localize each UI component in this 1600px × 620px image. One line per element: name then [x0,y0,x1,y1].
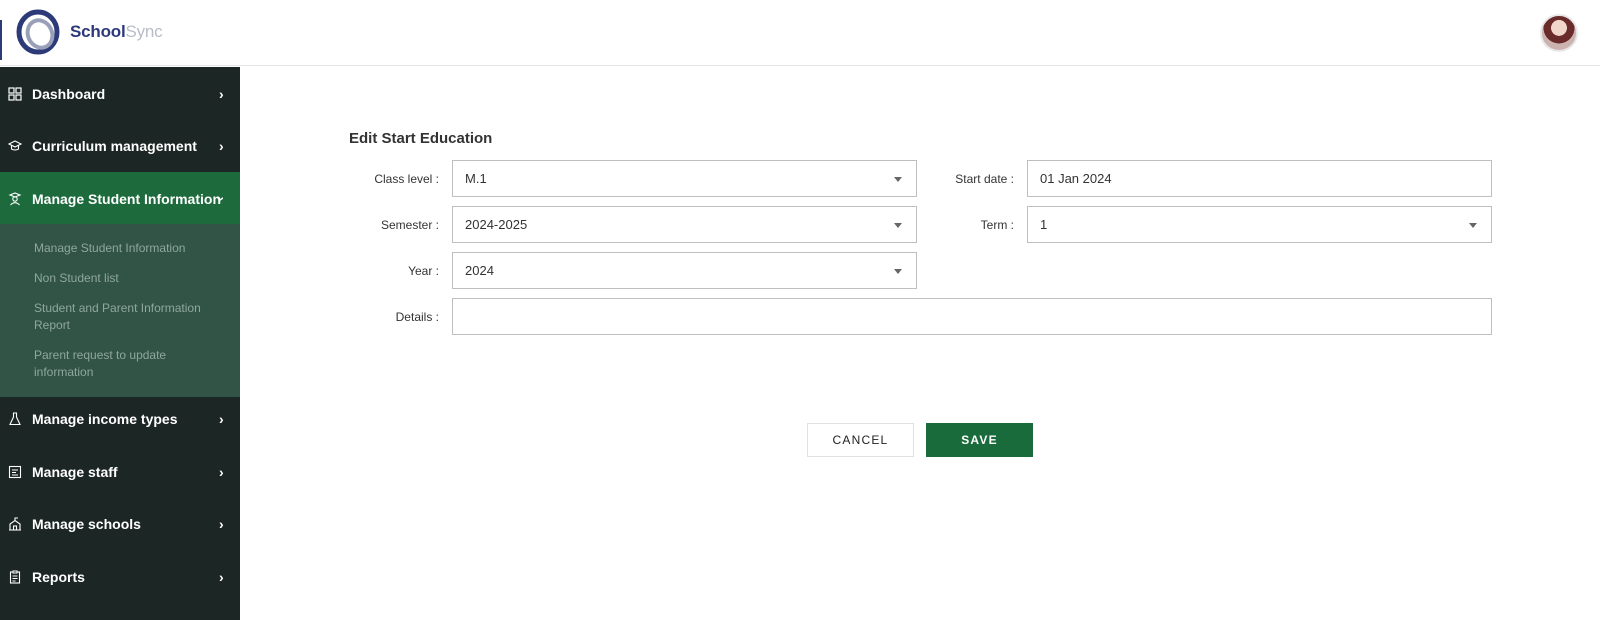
user-avatar[interactable] [1540,14,1578,52]
submenu-item-manage-student-information[interactable]: Manage Student Information [34,240,224,257]
topbar-edge [0,20,2,60]
page-title: Edit Start Education [349,130,493,147]
grid-icon [8,86,22,101]
brand-name-part1: School [70,22,126,41]
details-label: Details : [395,310,439,324]
submenu-item-student-parent-report[interactable]: Student and Parent Information Report [34,300,224,334]
flask-icon [8,411,22,426]
chevron-right-icon: › [219,137,224,154]
start-date-label: Start date : [955,172,1014,186]
sidebar-item-manage-schools[interactable]: Manage schools › [0,497,240,550]
save-button[interactable]: SAVE [926,423,1033,457]
details-input[interactable] [452,298,1492,335]
start-date-value: 01 Jan 2024 [1040,171,1112,186]
cancel-button[interactable]: CANCEL [807,423,914,457]
brand-name: SchoolSync [70,22,163,42]
student-information-submenu: Manage Student Information Non Student l… [0,224,240,397]
chevron-right-icon: › [219,410,224,427]
caret-down-icon [894,269,902,274]
app-logo[interactable]: SchoolSync [14,8,163,56]
staff-icon [8,465,22,479]
sidebar-item-manage-staff[interactable]: Manage staff › [0,445,240,498]
year-value: 2024 [465,263,494,278]
class-level-label: Class level : [374,172,439,186]
chevron-right-icon: › [219,85,224,102]
sidebar-item-label: Reports [32,568,85,585]
caret-down-icon [894,223,902,228]
term-label: Term : [980,218,1014,232]
semester-value: 2024-2025 [465,217,528,232]
sidebar-item-label: Dashboard [32,85,106,102]
class-level-select[interactable]: M.1 [452,160,917,197]
sidebar-item-curriculum[interactable]: Curriculum management › [0,119,240,172]
chevron-right-icon: › [219,463,224,480]
sidebar-item-label: Manage income types [32,410,178,427]
sidebar-item-label: Manage staff [32,463,118,480]
student-icon [8,191,22,206]
year-select[interactable]: 2024 [452,252,917,289]
year-label: Year : [408,264,439,278]
chevron-right-icon: › [219,515,224,532]
sidebar-item-label: Manage Student Information [32,190,221,207]
chevron-right-icon: › [219,568,224,585]
chevron-down-icon: › [213,196,230,201]
start-date-field[interactable]: 01 Jan 2024 [1027,160,1492,197]
sidebar-item-label: Manage schools [32,515,141,532]
sidebar: Dashboard › Curriculum management › Mana… [0,67,240,620]
submenu-item-non-student-list[interactable]: Non Student list [34,270,224,287]
semester-label: Semester : [380,218,439,232]
school-icon [8,516,22,531]
caret-down-icon [894,177,902,182]
sidebar-item-dashboard[interactable]: Dashboard › [0,67,240,120]
brand-name-part2: Sync [125,22,163,41]
class-level-value: M.1 [465,171,487,186]
schoolsync-logo-icon [16,9,60,55]
submenu-item-parent-request[interactable]: Parent request to update information [34,347,224,381]
term-select[interactable]: 1 [1027,206,1492,243]
graduation-cap-icon [8,139,22,153]
main-content: Edit Start Education Class level : M.1 S… [240,67,1600,620]
caret-down-icon [1469,223,1477,228]
sidebar-item-manage-student-information[interactable]: Manage Student Information › [0,172,240,225]
clipboard-icon [8,570,22,584]
sidebar-item-manage-income-types[interactable]: Manage income types › [0,392,240,445]
semester-select[interactable]: 2024-2025 [452,206,917,243]
sidebar-item-reports[interactable]: Reports › [0,550,240,603]
term-value: 1 [1040,217,1048,232]
top-bar: SchoolSync [0,0,1600,66]
sidebar-item-label: Curriculum management [32,137,197,154]
